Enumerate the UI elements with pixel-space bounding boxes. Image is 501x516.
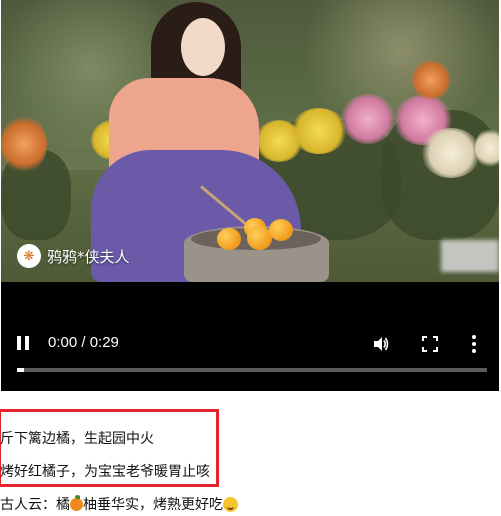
video-frame[interactable]: ❋ 鸦鸦*侠夫人 <box>1 0 499 282</box>
progress-bar[interactable] <box>17 368 487 372</box>
channel-logo-icon: ❋ <box>17 244 41 268</box>
progress-fill <box>17 368 25 372</box>
pause-icon[interactable] <box>17 336 31 352</box>
yum-face-emoji-icon <box>223 497 238 512</box>
volume-icon[interactable] <box>372 335 390 357</box>
video-controls: 0:00 / 0:29 <box>1 325 499 365</box>
channel-watermark: ❋ 鸦鸦*侠夫人 <box>17 244 130 268</box>
caption-line-2: 烤好红橘子，为宝宝老爷暖胃止咳 <box>0 464 210 480</box>
tangerine-emoji-icon <box>70 495 83 511</box>
time-display: 0:00 / 0:29 <box>48 334 119 351</box>
more-options-icon[interactable] <box>471 334 477 358</box>
caption-line-3-start: 古人云：橘 <box>0 497 70 513</box>
caption-line-3-end: 柚垂华实，烤熟更好吃 <box>83 497 223 513</box>
caption-line-1: 斤下篱边橘，生起园中火 <box>0 431 154 447</box>
caption-line-3: 古人云：橘 柚垂华实，烤熟更好吃 <box>0 494 238 514</box>
fullscreen-icon[interactable] <box>422 336 438 356</box>
channel-name: 鸦鸦*侠夫人 <box>47 247 130 266</box>
video-player[interactable]: ❋ 鸦鸦*侠夫人 0:00 / 0:29 <box>1 0 499 391</box>
